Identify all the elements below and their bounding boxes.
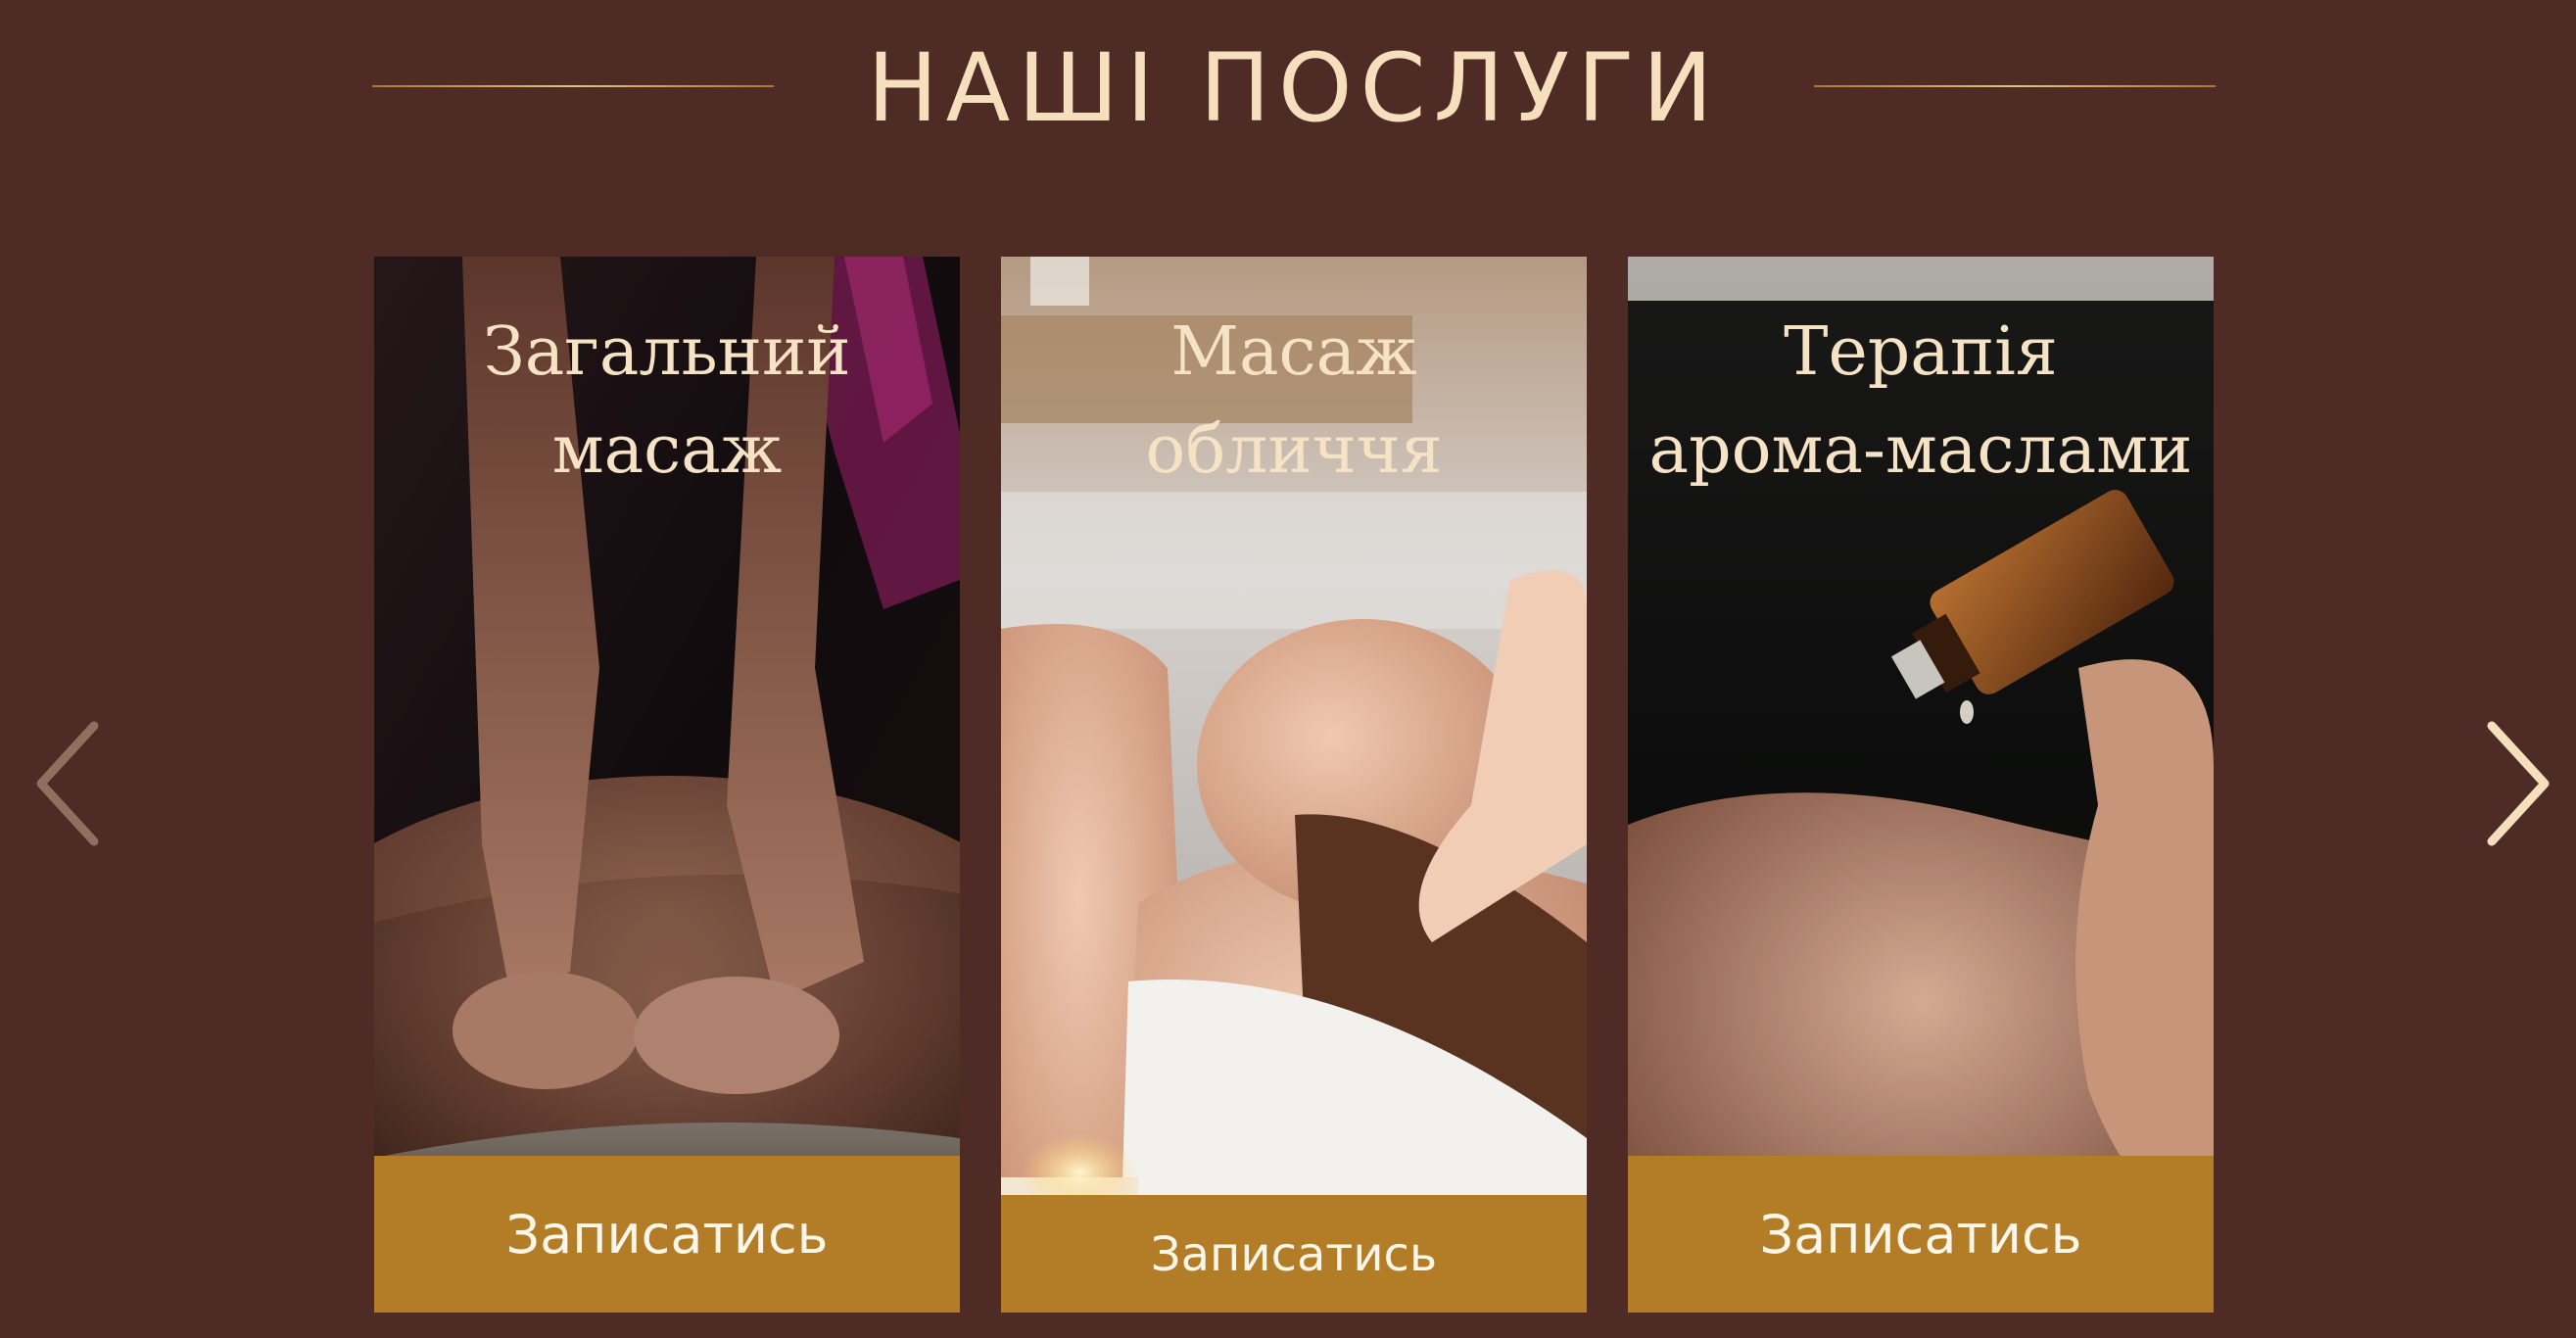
carousel-prev-button[interactable] bbox=[33, 720, 102, 847]
service-card-face-massage[interactable]: Масаж обличчя Записатись bbox=[1001, 257, 1587, 1313]
carousel-next-button[interactable] bbox=[2484, 720, 2552, 847]
chevron-left-icon bbox=[36, 721, 99, 846]
card-title-line: обличчя bbox=[1145, 411, 1443, 489]
card-title-line: масаж bbox=[551, 411, 783, 489]
title-divider-right bbox=[1814, 85, 2216, 87]
section-title: НАШІ ПОСЛУГИ bbox=[867, 33, 1721, 143]
book-button[interactable]: Записатись bbox=[1001, 1195, 1587, 1313]
card-title-line: Терапія bbox=[1784, 313, 2058, 391]
card-title-line: арома-маслами bbox=[1648, 411, 2193, 489]
card-title: Загальний масаж bbox=[374, 304, 960, 500]
card-title: Масаж обличчя bbox=[1001, 304, 1587, 500]
book-button[interactable]: Записатись bbox=[374, 1156, 960, 1313]
card-title-line: Масаж bbox=[1170, 313, 1417, 391]
section-header: НАШІ ПОСЛУГИ bbox=[372, 39, 2216, 137]
service-card-aroma-therapy[interactable]: Терапія арома-маслами Записатись bbox=[1628, 257, 2214, 1313]
card-title-line: Загальний bbox=[483, 313, 851, 391]
card-title: Терапія арома-маслами bbox=[1628, 304, 2214, 500]
service-card-general-massage[interactable]: Загальний масаж Записатись bbox=[374, 257, 960, 1313]
book-button[interactable]: Записатись bbox=[1628, 1156, 2214, 1313]
chevron-right-icon bbox=[2487, 721, 2550, 846]
